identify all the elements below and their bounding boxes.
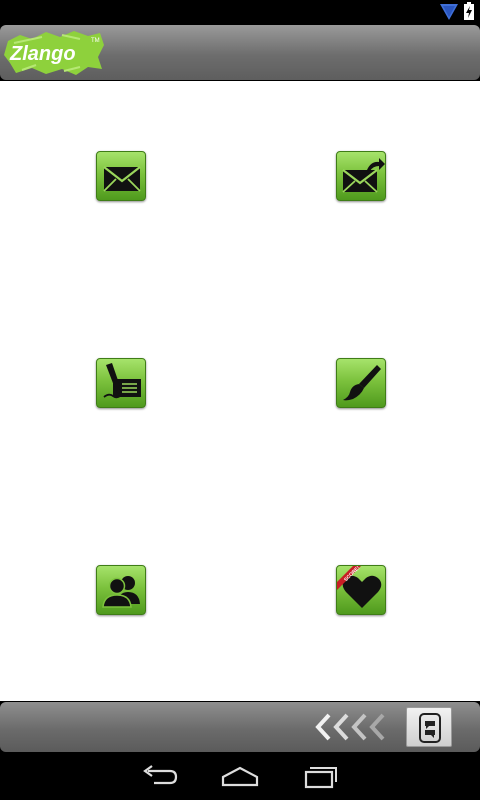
contacts-icon [102,576,140,608]
recent-apps-icon[interactable] [300,762,340,790]
draw-tile[interactable] [336,358,386,408]
envelope-forward-icon [342,158,385,193]
envelope-icon [103,166,141,192]
heart-icon: SCORE! [337,566,382,608]
chevrons-left-icon[interactable] [315,712,395,742]
logo-text: Zlango [9,43,76,65]
chat-switch-icon [419,713,441,743]
compose-tile[interactable] [96,358,146,408]
icon-grid: SCORE! [0,81,480,701]
inbox-tile[interactable] [96,151,146,201]
favorites-tile[interactable]: SCORE! [336,565,386,615]
battery-charging-icon [464,2,474,20]
home-icon[interactable] [220,762,260,790]
wifi-icon [440,4,458,20]
system-nav-bar [0,752,480,800]
compose-pen-icon [103,363,141,399]
zlango-logo[interactable]: Zlango TM [2,29,108,77]
status-bar [0,0,480,24]
back-icon[interactable] [140,762,180,790]
paintbrush-icon [343,365,381,401]
sent-tile[interactable] [336,151,386,201]
bottom-toolbar [0,702,480,752]
app-header: Zlango TM [0,25,480,80]
chat-switch-button[interactable] [406,707,452,747]
logo-tm: TM [91,38,100,44]
contacts-tile[interactable] [96,565,146,615]
